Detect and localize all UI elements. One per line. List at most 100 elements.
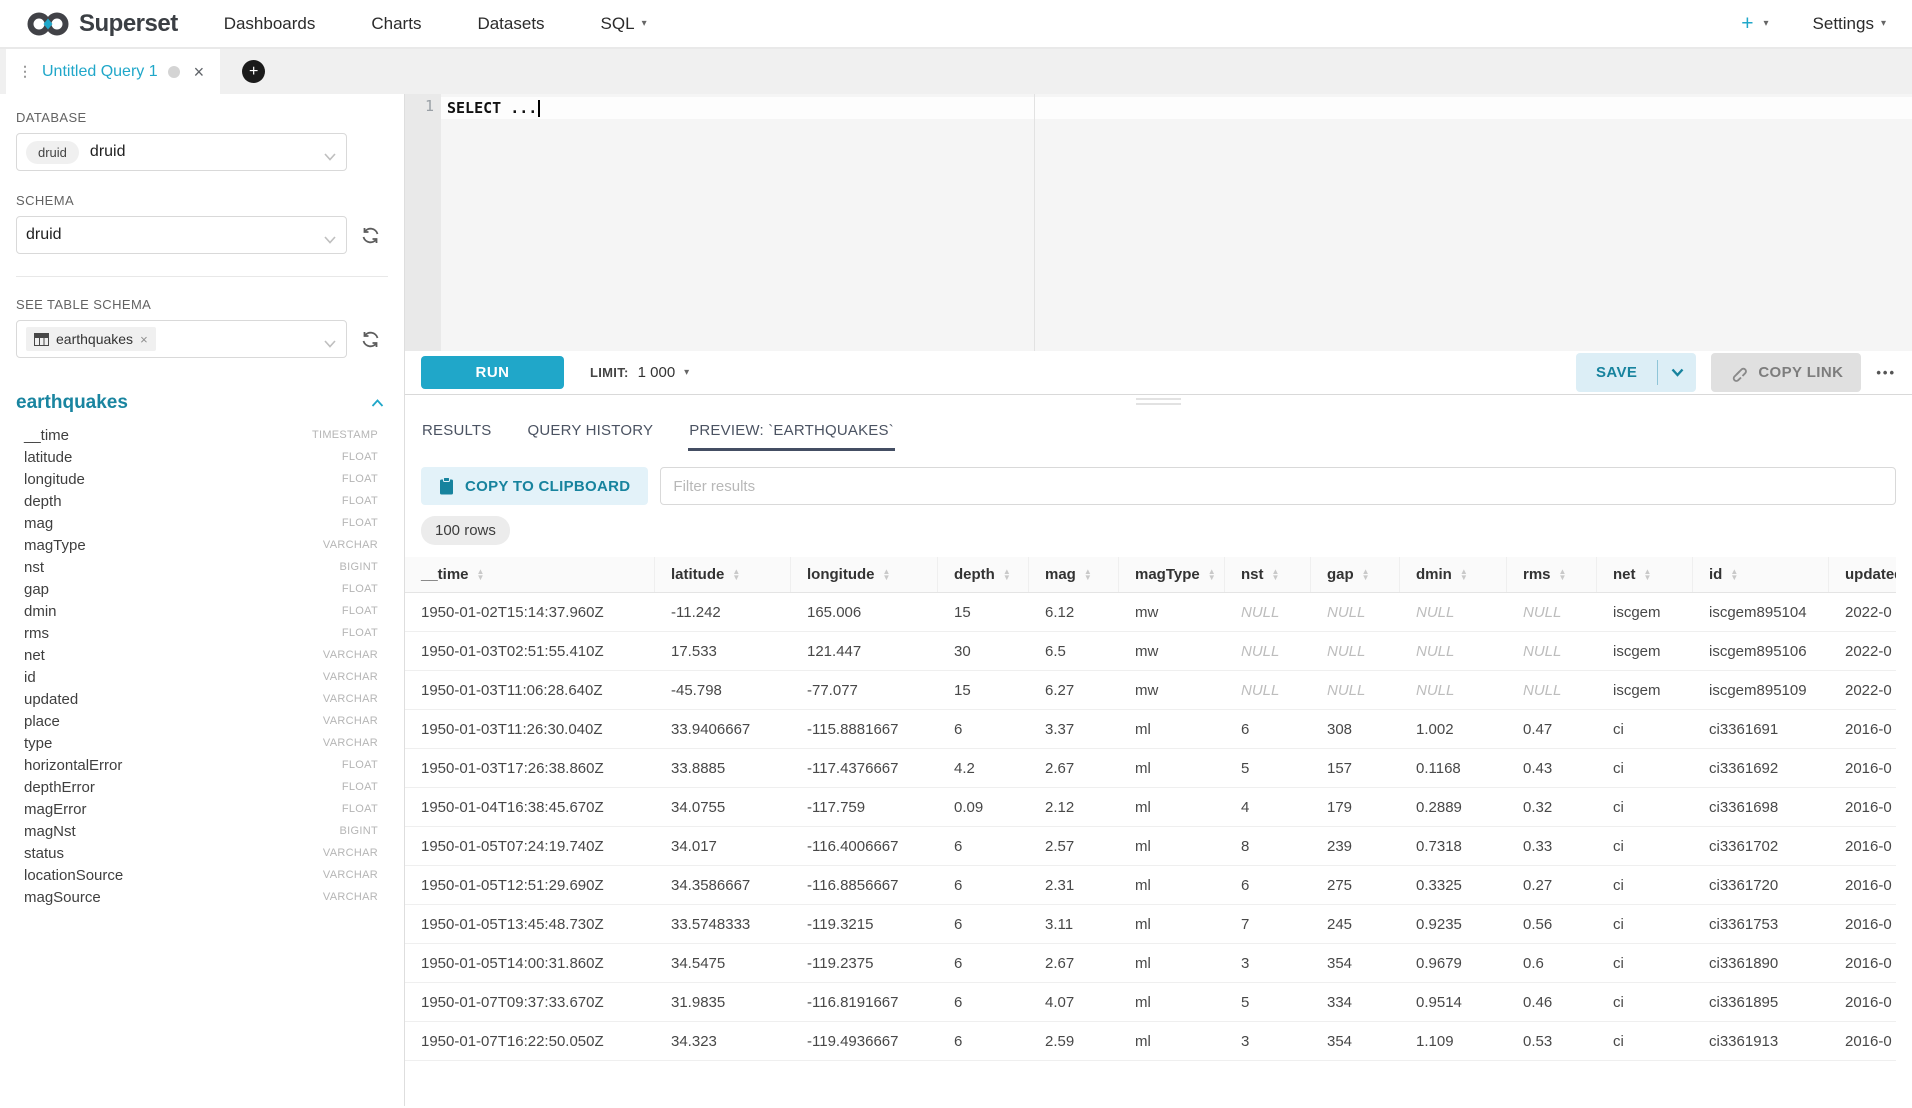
schema-column-row-place: placeVARCHAR (0, 710, 404, 732)
table-cell: 0.2889 (1400, 788, 1507, 826)
column-header-magtype[interactable]: magType▲▼ (1119, 557, 1225, 592)
refresh-schema-icon[interactable] (360, 225, 381, 246)
schema-column-row-time: __timeTIMESTAMP (0, 424, 404, 446)
nav-item-sql[interactable]: SQL ▾ (601, 14, 647, 34)
column-header-time[interactable]: __time▲▼ (405, 557, 655, 592)
save-button[interactable]: SAVE (1576, 353, 1657, 392)
table-cell: iscgem (1597, 593, 1693, 631)
column-header-rms[interactable]: rms▲▼ (1507, 557, 1597, 592)
table-schema-panel-header[interactable]: earthquakes (0, 392, 404, 414)
tab-drag-handle-icon[interactable]: ⋮ (18, 63, 32, 80)
table-cell: 0.3325 (1400, 866, 1507, 904)
sql-editor[interactable]: 1 SELECT ... (405, 94, 1912, 351)
table-cell: 4 (1225, 788, 1311, 826)
save-split-button: SAVE (1576, 353, 1696, 392)
table-tag-earthquakes[interactable]: earthquakes × (26, 327, 156, 351)
table-cell: -45.798 (655, 671, 791, 709)
table-cell: 2016-0 (1829, 944, 1896, 982)
column-header-net[interactable]: net▲▼ (1597, 557, 1693, 592)
table-cell: 179 (1311, 788, 1400, 826)
column-name: longitude (24, 471, 85, 488)
column-header-gap[interactable]: gap▲▼ (1311, 557, 1400, 592)
table-cell: 2016-0 (1829, 749, 1896, 787)
database-label: DATABASE (16, 110, 388, 125)
tab-results[interactable]: RESULTS (421, 412, 492, 451)
table-cell: 0.1168 (1400, 749, 1507, 787)
editor-code-area[interactable]: SELECT ... (441, 94, 1912, 351)
column-header-dmin[interactable]: dmin▲▼ (1400, 557, 1507, 592)
more-actions-button[interactable]: ••• (1876, 365, 1896, 380)
table-cell: 6 (938, 1022, 1029, 1060)
table-cell: ci (1597, 827, 1693, 865)
caret-down-icon: ▾ (642, 18, 647, 29)
table-cell: -77.077 (791, 671, 938, 709)
resize-grip-line (1136, 403, 1181, 405)
column-type: FLOAT (342, 803, 378, 815)
collapse-chevron-up-icon[interactable] (371, 399, 384, 408)
query-tab-untitled-query-1[interactable]: ⋮ Untitled Query 1 × (6, 49, 220, 94)
table-cell: ml (1119, 905, 1225, 943)
table-cell: 5 (1225, 983, 1311, 1021)
column-type: VARCHAR (323, 847, 378, 859)
column-type: BIGINT (340, 561, 378, 573)
column-header-mag[interactable]: mag▲▼ (1029, 557, 1119, 592)
nav-item-charts[interactable]: Charts (371, 14, 421, 34)
table-cell: 34.0755 (655, 788, 791, 826)
superset-logo[interactable]: Superset (26, 9, 178, 39)
table-cell: 245 (1311, 905, 1400, 943)
table-cell: -116.8856667 (791, 866, 938, 904)
schema-column-row-deptherror: depthErrorFLOAT (0, 776, 404, 798)
column-name: rms (24, 625, 49, 642)
sort-desc-icon: ▼ (477, 575, 485, 581)
limit-dropdown[interactable]: LIMIT: 1 000 ▾ (590, 364, 689, 381)
column-name: place (24, 713, 60, 730)
database-type-badge: druid (26, 141, 79, 164)
table-cell: 33.9406667 (655, 710, 791, 748)
column-header-id[interactable]: id▲▼ (1693, 557, 1829, 592)
schema-select[interactable]: druid (16, 216, 347, 254)
copy-link-button[interactable]: COPY LINK (1711, 353, 1861, 392)
table-tag-close-icon[interactable]: × (140, 332, 148, 347)
tab-query-history[interactable]: QUERY HISTORY (526, 412, 654, 451)
tab-preview-earthquakes[interactable]: PREVIEW: `EARTHQUAKES` (688, 412, 895, 451)
tab-close-icon[interactable]: × (194, 63, 205, 81)
filter-results-input[interactable] (660, 467, 1896, 505)
schema-column-row-locationsource: locationSourceVARCHAR (0, 864, 404, 886)
table-cell: 0.27 (1507, 866, 1597, 904)
table-cell: 308 (1311, 710, 1400, 748)
table-select[interactable]: earthquakes × (16, 320, 347, 358)
copy-to-clipboard-button[interactable]: COPY TO CLIPBOARD (421, 467, 648, 505)
column-header-nst[interactable]: nst▲▼ (1225, 557, 1311, 592)
nav-item-label: SQL (601, 14, 635, 34)
table-cell: 6.12 (1029, 593, 1119, 631)
schema-column-row-magerror: magErrorFLOAT (0, 798, 404, 820)
column-header-label: rms (1523, 566, 1551, 583)
nav-item-datasets[interactable]: Datasets (477, 14, 544, 34)
add-tab-button[interactable]: + (242, 60, 265, 83)
table-cell: 0.32 (1507, 788, 1597, 826)
pane-resize-handle[interactable] (405, 395, 1912, 408)
editor-toolbar: RUN LIMIT: 1 000 ▾ SAVE (405, 351, 1912, 395)
refresh-tables-icon[interactable] (360, 329, 381, 350)
sort-icon: ▲▼ (1730, 569, 1738, 581)
database-select[interactable]: druid druid (16, 133, 347, 171)
column-header-latitude[interactable]: latitude▲▼ (655, 557, 791, 592)
schema-column-row-status: statusVARCHAR (0, 842, 404, 864)
column-header-depth[interactable]: depth▲▼ (938, 557, 1029, 592)
sort-desc-icon: ▼ (1644, 575, 1652, 581)
table-cell: 0.46 (1507, 983, 1597, 1021)
table-cell: 31.9835 (655, 983, 791, 1021)
column-header-updated[interactable]: updated▲▼ (1829, 557, 1896, 592)
table-tag-label: earthquakes (56, 331, 133, 347)
sort-desc-icon: ▼ (1084, 575, 1092, 581)
column-header-longitude[interactable]: longitude▲▼ (791, 557, 938, 592)
settings-menu[interactable]: Settings ▾ (1813, 14, 1886, 34)
new-item-caret-icon[interactable]: ▾ (1764, 18, 1769, 29)
run-button[interactable]: RUN (421, 356, 564, 389)
new-item-button[interactable]: + (1741, 13, 1753, 34)
save-options-chevron-icon[interactable] (1658, 353, 1696, 392)
table-cell: 3 (1225, 944, 1311, 982)
nav-item-dashboards[interactable]: Dashboards (224, 14, 316, 34)
table-schema-title: earthquakes (16, 392, 128, 414)
table-cell: -119.3215 (791, 905, 938, 943)
